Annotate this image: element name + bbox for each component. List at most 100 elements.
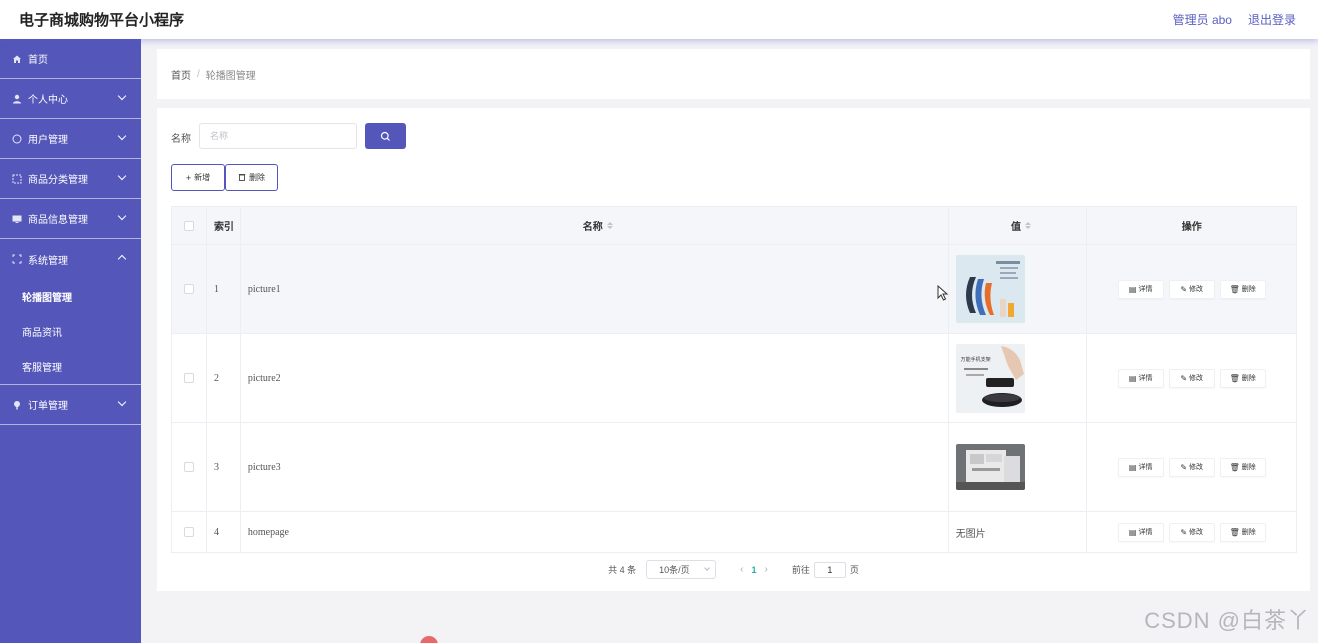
chevron-down-icon	[117, 91, 127, 101]
sidebar-item-label: 商品信息管理	[28, 215, 88, 226]
detail-button[interactable]: ▤ 详情	[1117, 279, 1164, 299]
delete-button[interactable]: 🗑 删除	[1219, 457, 1266, 477]
home-icon	[12, 54, 22, 64]
search-label: 名称	[171, 134, 191, 145]
carousel-thumbnail[interactable]	[955, 444, 1025, 490]
header-value-label: 值	[1011, 222, 1021, 233]
pencil-icon: ✎	[1180, 373, 1188, 383]
header-name-label: 名称	[582, 222, 603, 233]
app-title: 电子商城购物平台小程序	[19, 12, 185, 29]
pagination: 共 4 条 10条/页 ‹ 1 › 前往 页	[157, 560, 1310, 579]
row-checkbox[interactable]	[183, 373, 194, 383]
next-page-icon[interactable]: ›	[765, 564, 768, 575]
row-checkbox[interactable]	[183, 527, 194, 537]
edit-label: 修改	[1189, 286, 1204, 293]
pencil-icon: ✎	[1180, 284, 1188, 294]
trash-icon	[238, 173, 246, 183]
sidebar-item-label: 商品分类管理	[28, 175, 88, 186]
edit-button[interactable]: ✎ 修改	[1168, 457, 1215, 477]
trash-icon: 🗑	[1229, 284, 1240, 294]
chevron-down-icon	[704, 565, 710, 571]
goto-page-input[interactable]	[813, 561, 846, 578]
table-row: 4 homepage 无图片 ▤ 详情 ✎ 修改 🗑 删除	[172, 512, 1296, 553]
header-ops: 操作	[1181, 222, 1202, 233]
delete-button[interactable]: 🗑 删除	[1219, 522, 1266, 542]
row-index: 2	[207, 334, 241, 422]
delete-label: 删除	[1241, 464, 1256, 471]
table-row: 3 picture3 ▤ 详情 ✎ 修改 🗑 删除	[172, 423, 1296, 512]
data-table: 索引 名称 值 操作 1 picture1 ▤ 详情 ✎ 修改 🗑 删除 2 p…	[171, 206, 1297, 553]
sidebar-item-home[interactable]: 首页	[0, 39, 141, 79]
row-checkbox[interactable]	[183, 284, 194, 294]
system-icon	[12, 254, 22, 264]
pencil-icon: ✎	[1180, 527, 1188, 537]
order-icon	[12, 400, 22, 410]
sidebar-item-category[interactable]: 商品分类管理	[0, 159, 141, 199]
sidebar-item-label: 首页	[28, 55, 48, 66]
chevron-up-icon	[117, 254, 127, 264]
breadcrumb-separator: /	[197, 68, 200, 80]
row-checkbox[interactable]	[183, 462, 194, 472]
sidebar-item-personal[interactable]: 个人中心	[0, 79, 141, 119]
edit-label: 修改	[1189, 529, 1204, 536]
row-index: 3	[207, 423, 241, 511]
batch-delete-button[interactable]: 删除	[225, 164, 278, 191]
document-icon: ▤	[1128, 527, 1137, 537]
row-index: 1	[207, 245, 241, 333]
detail-button[interactable]: ▤ 详情	[1117, 522, 1164, 542]
logout-link[interactable]: 退出登录	[1248, 11, 1296, 28]
row-name: homepage	[241, 512, 949, 552]
category-icon	[12, 174, 22, 184]
admin-user-label[interactable]: 管理员 abo	[1173, 11, 1232, 28]
row-name: picture3	[241, 423, 949, 511]
edit-button[interactable]: ✎ 修改	[1168, 368, 1215, 388]
sidebar-item-orders[interactable]: 订单管理	[0, 385, 141, 425]
monitor-icon	[12, 214, 22, 224]
sidebar-subitem-carousel[interactable]: 轮播图管理	[0, 279, 141, 314]
header-index: 索引	[207, 207, 241, 244]
detail-button[interactable]: ▤ 详情	[1117, 457, 1164, 477]
add-button[interactable]: + 新增	[171, 164, 225, 191]
add-button-label: 新增	[194, 173, 211, 182]
page-size-select[interactable]: 10条/页	[646, 560, 717, 579]
sidebar-item-goods[interactable]: 商品信息管理	[0, 199, 141, 239]
sidebar-item-users[interactable]: 用户管理	[0, 119, 141, 159]
table-row: 2 picture2 万能手机支架 ▤ 详情 ✎ 修改 🗑 删除	[172, 334, 1296, 423]
sidebar-item-system[interactable]: 系统管理	[0, 239, 141, 279]
header-value[interactable]: 值	[949, 207, 1088, 244]
content-panel: 名称 + 新增 删除 索引 名称 值 操作	[157, 108, 1310, 591]
table-row: 1 picture1 ▤ 详情 ✎ 修改 🗑 删除	[172, 245, 1296, 334]
chevron-down-icon	[117, 397, 127, 407]
trash-icon: 🗑	[1229, 527, 1240, 537]
edit-button[interactable]: ✎ 修改	[1168, 279, 1215, 299]
delete-label: 删除	[1241, 529, 1256, 536]
row-name: picture2	[241, 334, 949, 422]
edit-label: 修改	[1189, 464, 1204, 471]
mouse-cursor-icon	[937, 285, 949, 301]
document-icon: ▤	[1128, 373, 1137, 383]
delete-label: 删除	[1241, 375, 1256, 382]
carousel-thumbnail[interactable]: 万能手机支架	[955, 343, 1025, 413]
sidebar-subitem-news[interactable]: 商品资讯	[0, 314, 141, 349]
sidebar-subitem-service[interactable]: 客服管理	[0, 349, 141, 384]
search-input[interactable]	[199, 123, 357, 149]
delete-button[interactable]: 🗑 删除	[1219, 368, 1266, 388]
prev-page-icon[interactable]: ‹	[740, 564, 743, 575]
delete-button[interactable]: 🗑 删除	[1219, 279, 1266, 299]
pagination-total: 共 4 条	[608, 565, 637, 575]
page-unit-label: 页	[849, 565, 859, 575]
system-submenu: 轮播图管理 商品资讯 客服管理	[0, 279, 141, 385]
page-size-value: 10条/页	[659, 565, 690, 575]
top-header: 电子商城购物平台小程序 管理员 abo 退出登录	[0, 0, 1318, 39]
document-icon: ▤	[1128, 284, 1137, 294]
chevron-down-icon	[117, 171, 127, 181]
sort-icon	[606, 222, 613, 229]
page-number-current[interactable]: 1	[751, 565, 756, 575]
header-name[interactable]: 名称	[241, 207, 949, 244]
detail-button[interactable]: ▤ 详情	[1117, 368, 1164, 388]
search-button[interactable]	[365, 123, 406, 149]
select-all-checkbox[interactable]	[183, 220, 194, 231]
edit-button[interactable]: ✎ 修改	[1168, 522, 1215, 542]
breadcrumb-home[interactable]: 首页	[171, 67, 191, 82]
carousel-thumbnail[interactable]	[955, 255, 1025, 323]
